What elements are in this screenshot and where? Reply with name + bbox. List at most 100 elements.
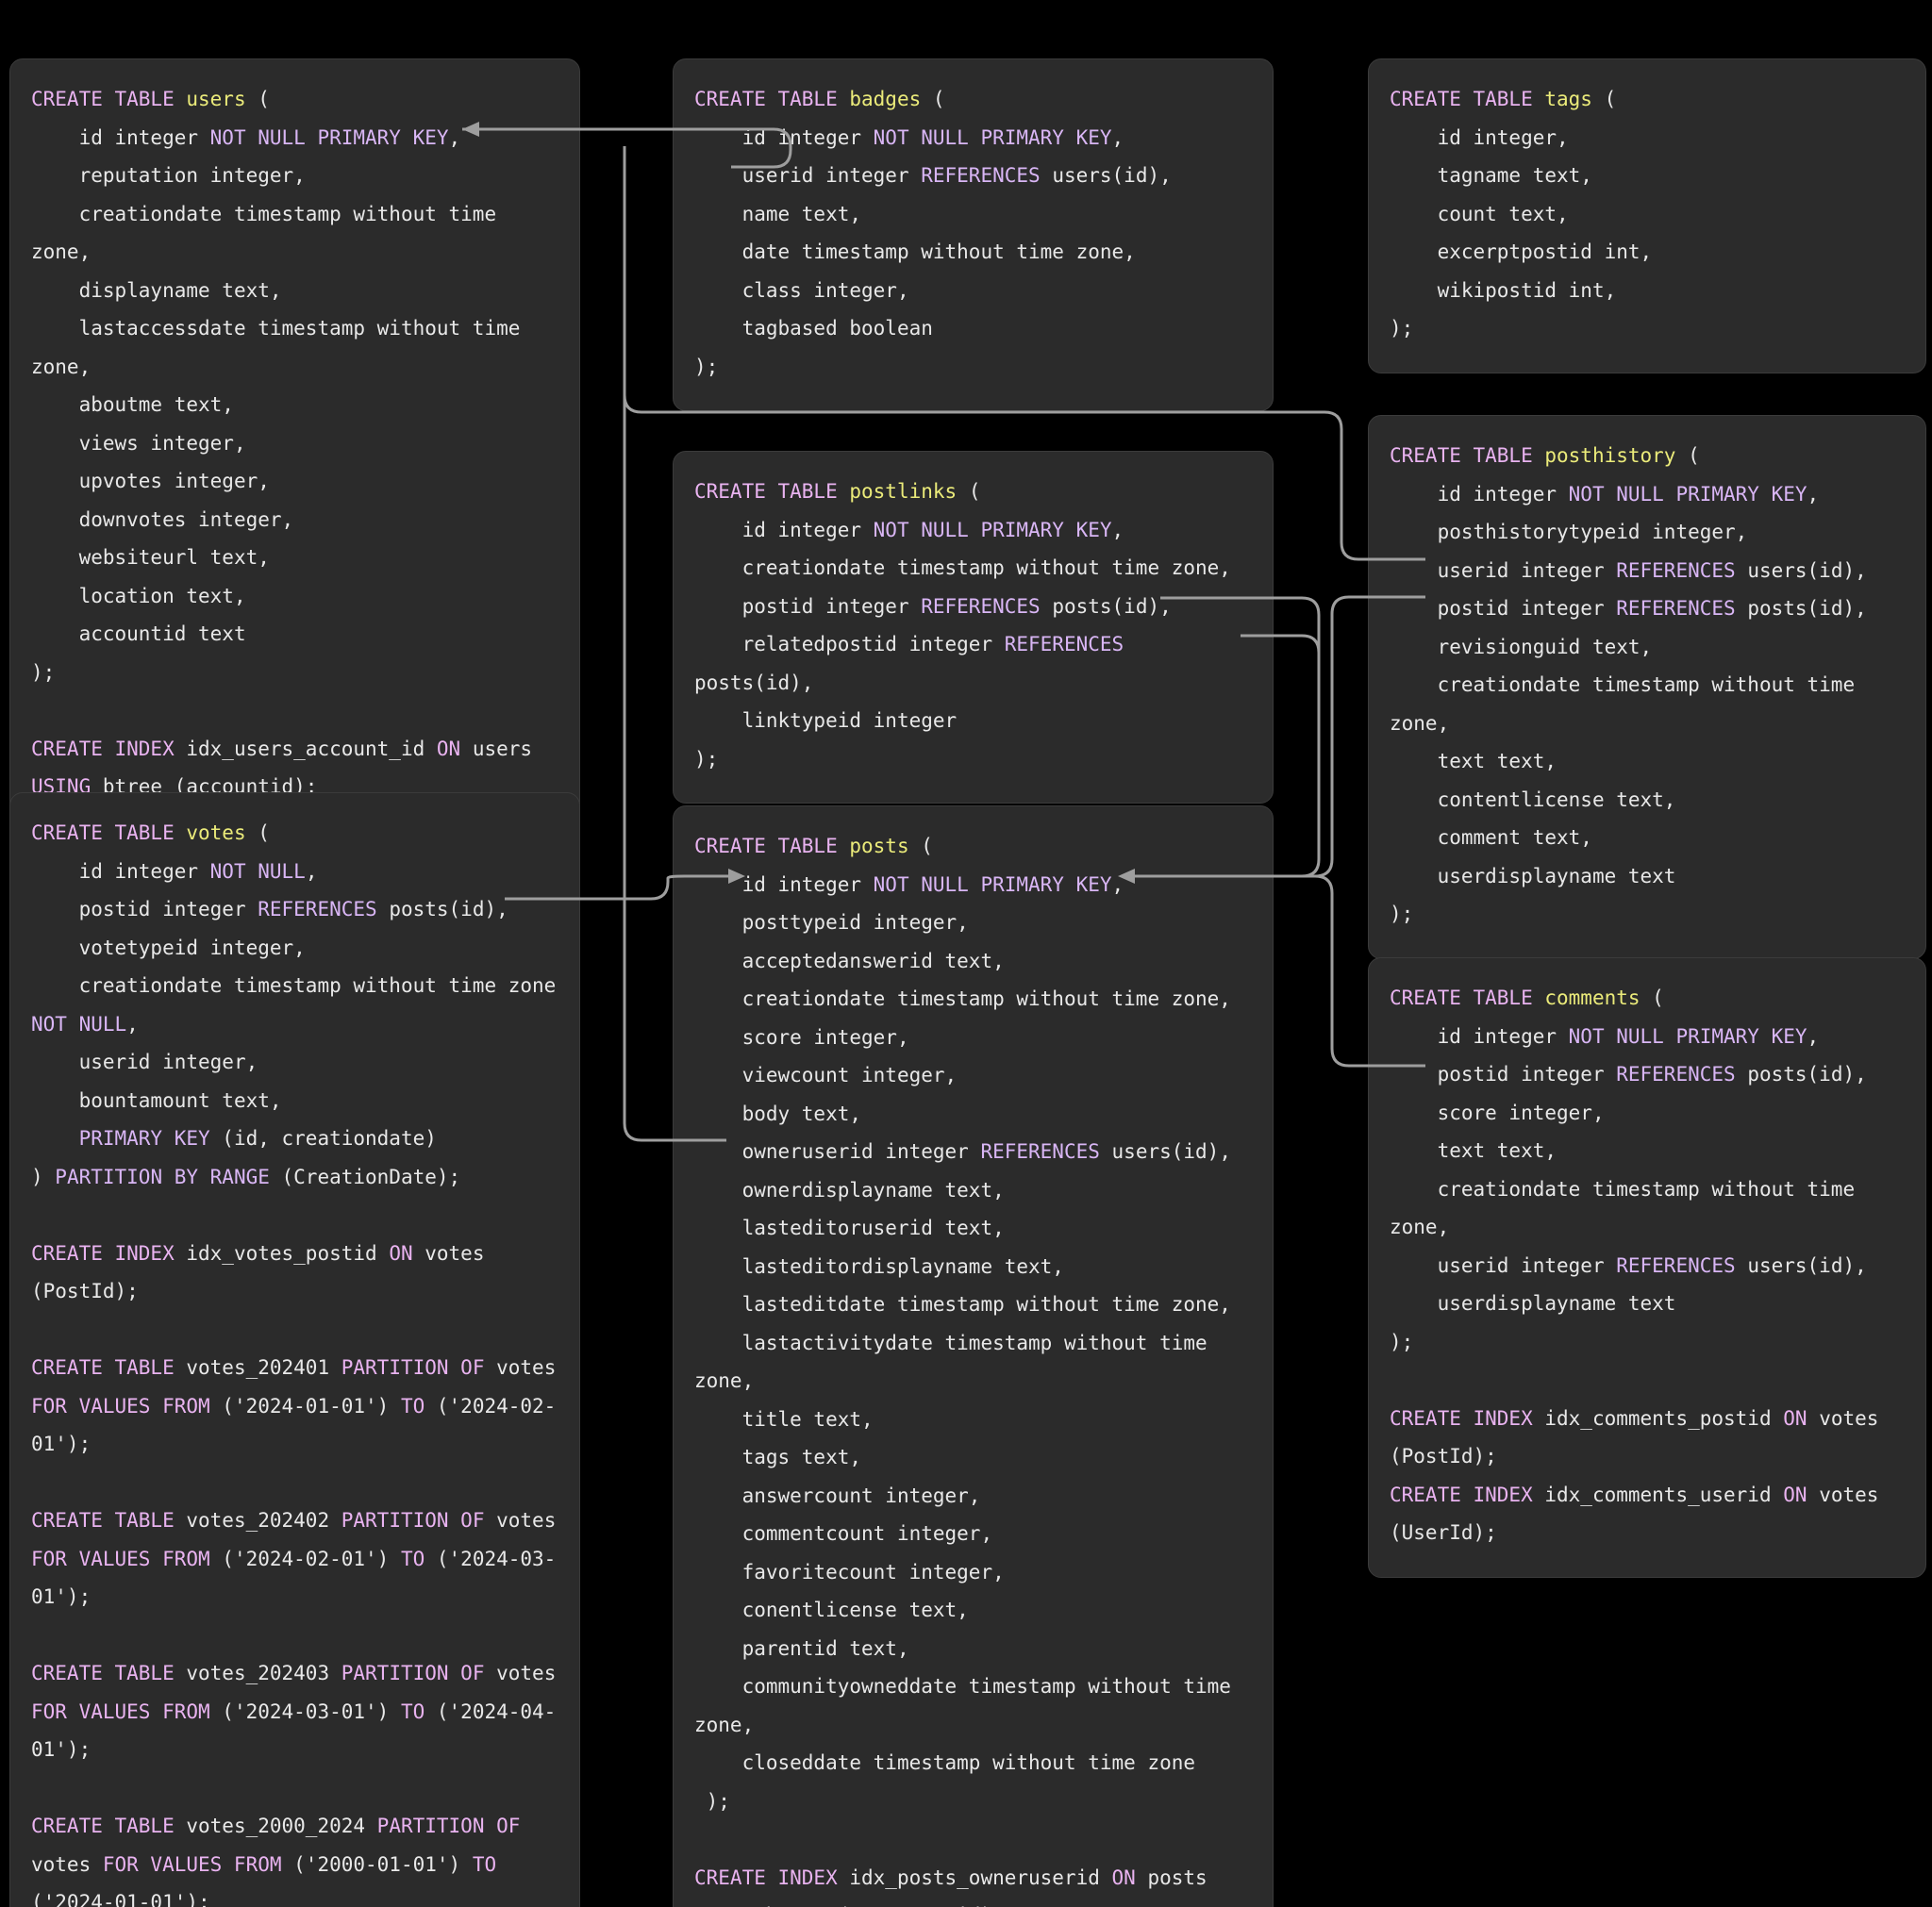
sql-line: id integer NOT NULL, [31, 853, 558, 891]
table-card-posts[interactable]: CREATE TABLE posts ( id integer NOT NULL… [673, 805, 1274, 1907]
sql-line: answercount integer, [694, 1477, 1252, 1516]
sql-token-pl: wikipostid int, [1390, 278, 1617, 302]
sql-line: linktypeid integer [694, 702, 1252, 740]
sql-line: CREATE TABLE votes_2000_2024 PARTITION O… [31, 1807, 558, 1907]
sql-blank-line [31, 691, 558, 730]
sql-line: postid integer REFERENCES posts(id), [694, 588, 1252, 626]
sql-line: body text, [694, 1095, 1252, 1134]
sql-line: id integer NOT NULL PRIMARY KEY, [31, 119, 558, 158]
sql-token-pl: linktypeid integer [694, 709, 958, 732]
sql-token-pl: id integer [694, 518, 874, 541]
sql-token-pl: , [1807, 482, 1820, 506]
sql-blank-line [31, 1311, 558, 1350]
sql-line: CREATE TABLE posthistory ( [1390, 437, 1905, 475]
sql-token-pl: ); [1390, 903, 1414, 925]
sql-token-con: REFERENCES [1616, 1063, 1736, 1086]
table-card-postlinks[interactable]: CREATE TABLE postlinks ( id integer NOT … [673, 451, 1274, 804]
sql-token-pl: aboutme text, [31, 393, 234, 416]
sql-line: score integer, [1390, 1094, 1905, 1133]
sql-blank-line [31, 1196, 558, 1235]
sql-line: text text, [1390, 1132, 1905, 1170]
sql-token-tbl: posts [849, 835, 909, 857]
sql-token-kw: CREATE TABLE [31, 1509, 187, 1532]
table-card-tags[interactable]: CREATE TABLE tags ( id integer, tagname … [1368, 58, 1926, 373]
sql-line: CREATE TABLE postlinks ( [694, 473, 1252, 511]
sql-line: ); [694, 348, 1252, 387]
sql-token-pl: userid integer [1390, 1253, 1617, 1277]
sql-token-con: REFERENCES [258, 898, 377, 920]
sql-token-con: REFERENCES [1616, 597, 1736, 620]
sql-token-pl: ownerdisplayname text, [694, 1178, 1005, 1202]
sql-line: excerptpostid int, [1390, 233, 1905, 272]
sql-token-pl: relatedpostid integer [694, 633, 1005, 655]
sql-token-kw: CREATE TABLE [31, 821, 187, 844]
sql-token-pl: users(id), [1735, 1253, 1867, 1277]
sql-token-pl: ); [1390, 317, 1414, 340]
sql-token-kw: CREATE TABLE [31, 88, 187, 110]
sql-token-kw: TO [400, 1547, 437, 1570]
sql-token-pl: count text, [1390, 202, 1569, 225]
sql-token-kw: TO [400, 1700, 437, 1723]
sql-token-pl: conentlicense text, [694, 1599, 969, 1621]
sql-line: lastaccessdate timestamp without time zo… [31, 309, 558, 386]
sql-token-pl: viewcount integer, [694, 1064, 958, 1086]
sql-token-pl: views integer, [31, 431, 246, 455]
sql-line: PRIMARY KEY (id, creationdate) [31, 1119, 558, 1158]
table-card-users[interactable]: CREATE TABLE users ( id integer NOT NULL… [9, 58, 580, 832]
sql-comments: CREATE TABLE comments ( id integer NOT N… [1390, 979, 1905, 1552]
sql-token-pl: posts(id), [1735, 1063, 1867, 1086]
sql-token-pl: id integer, [1390, 125, 1569, 149]
sql-line: ); [694, 740, 1252, 779]
sql-line: ); [31, 654, 558, 692]
sql-token-pl: ( [1591, 88, 1617, 110]
sql-token-pl: ); [694, 747, 719, 771]
sql-line: websiteurl text, [31, 539, 558, 577]
sql-token-con: PARTITION BY RANGE [55, 1165, 282, 1188]
sql-token-pl: comment text, [1390, 826, 1592, 849]
sql-line: downvotes integer, [31, 501, 558, 539]
sql-line: accountid text [31, 615, 558, 654]
sql-line: title text, [694, 1401, 1252, 1439]
sql-token-pl: , [1111, 872, 1124, 896]
sql-line: creationdate timestamp without time zone… [1390, 1170, 1905, 1247]
table-card-badges[interactable]: CREATE TABLE badges ( id integer NOT NUL… [673, 58, 1274, 411]
sql-token-pl: excerptpostid int, [1390, 240, 1653, 263]
sql-token-pl: idx_posts_owneruserid [849, 1866, 1112, 1889]
sql-line: score integer, [694, 1019, 1252, 1057]
sql-blank-line [31, 1769, 558, 1808]
sql-token-pl: displayname text, [31, 278, 282, 302]
sql-line: id integer, [1390, 119, 1905, 158]
sql-token-pl: votes_202401 [186, 1356, 341, 1379]
sql-token-con: NOT NULL PRIMARY KEY [1568, 482, 1807, 506]
sql-line: count text, [1390, 195, 1905, 234]
table-card-votes[interactable]: CREATE TABLE votes ( id integer NOT NULL… [9, 792, 580, 1907]
sql-token-pl: favoritecount integer, [694, 1560, 1005, 1584]
sql-line: CREATE TABLE comments ( [1390, 979, 1905, 1018]
sql-token-pl: postid integer [1390, 597, 1617, 620]
sql-token-pl: ('2024-03-01') [222, 1700, 401, 1723]
sql-line: name text, [694, 195, 1252, 234]
sql-line: id integer NOT NULL PRIMARY KEY, [694, 511, 1252, 550]
sql-line: parentid text, [694, 1630, 1252, 1668]
sql-token-kw: ON [436, 737, 473, 760]
sql-posthistory: CREATE TABLE posthistory ( id integer NO… [1390, 437, 1905, 934]
sql-token-pl: idx_users_account_id [186, 737, 437, 760]
sql-blank-line [1390, 1361, 1905, 1400]
sql-line: location text, [31, 577, 558, 616]
table-card-comments[interactable]: CREATE TABLE comments ( id integer NOT N… [1368, 957, 1926, 1578]
sql-line: id integer NOT NULL PRIMARY KEY, [1390, 1018, 1905, 1056]
sql-token-pl: ('2024-02-01') [222, 1547, 401, 1570]
schema-diagram-canvas: CREATE TABLE users ( id integer NOT NULL… [0, 0, 1932, 1907]
sql-token-pl: revisionguid text, [1390, 635, 1653, 658]
sql-token-pl: creationdate timestamp without time zone… [31, 202, 508, 264]
sql-token-pl: reputation integer, [31, 164, 306, 187]
table-card-posthistory[interactable]: CREATE TABLE posthistory ( id integer NO… [1368, 415, 1926, 959]
sql-token-pl: tagbased boolean [694, 317, 933, 340]
sql-token-pl: votes [496, 1509, 568, 1532]
sql-tags: CREATE TABLE tags ( id integer, tagname … [1390, 80, 1905, 348]
sql-token-pl: communityowneddate timestamp without tim… [694, 1675, 1243, 1736]
sql-line: CREATE INDEX idx_votes_postid ON votes (… [31, 1235, 558, 1311]
sql-token-pl: creationdate timestamp without time zone… [694, 987, 1231, 1010]
sql-line: creationdate timestamp without time zone… [31, 195, 558, 272]
sql-token-pl: idx_comments_postid [1544, 1406, 1784, 1430]
